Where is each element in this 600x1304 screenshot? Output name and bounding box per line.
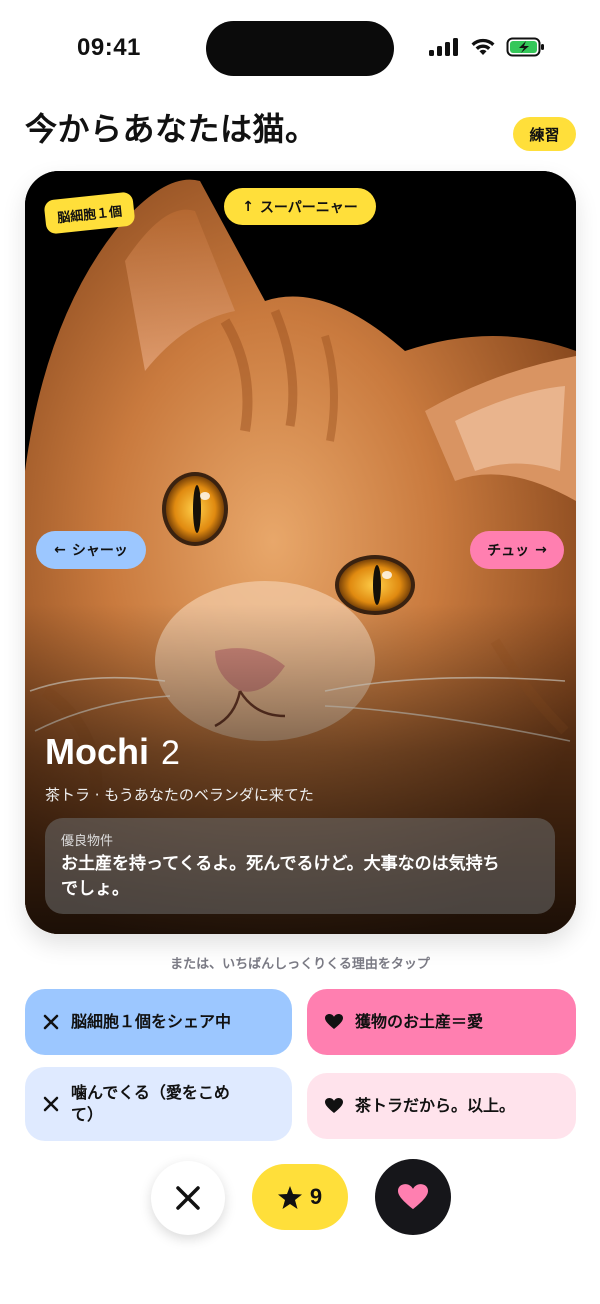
wifi-icon	[471, 38, 495, 55]
reason-label: 脳細胞１個をシェア中	[71, 1012, 232, 1031]
nope-button[interactable]	[151, 1161, 225, 1235]
super-meow-label: スーパーニャー	[259, 199, 358, 216]
super-like-button[interactable]: 9	[252, 1164, 348, 1230]
status-time: 09:41	[77, 34, 141, 61]
super-meow-chip[interactable]: ↑ スーパーニャー	[224, 188, 376, 225]
cellular-signal-icon	[429, 38, 458, 56]
x-icon	[43, 1096, 59, 1112]
close-icon	[176, 1186, 200, 1210]
status-icons	[428, 36, 546, 58]
reason-button-orange-tabby[interactable]: 茶トラだから。以上。	[307, 1073, 576, 1139]
property-text: お土産を持ってくるよ。死んでるけど。大事なのは気持ちでしょ。	[61, 854, 500, 899]
reason-button-shared-brain-cell[interactable]: 脳細胞１個をシェア中	[25, 989, 292, 1055]
reason-hint: または、いちばんしっくりくる理由をタップ	[170, 957, 430, 972]
reason-button-bites-with-love[interactable]: 噛んでくる（愛をこめて）	[25, 1067, 292, 1141]
profile-card[interactable]: 脳細胞１個 ↑ スーパーニャー ← シャーッ チュッ → Mochi 2 茶トラ…	[25, 171, 576, 934]
like-button[interactable]	[375, 1159, 451, 1235]
hiss-chip[interactable]: ← シャーッ	[36, 531, 146, 569]
super-like-count: 9	[309, 1184, 323, 1209]
kiss-label: チュッ	[487, 543, 530, 559]
reason-label: 獲物のお土産＝愛	[355, 1012, 484, 1031]
property-box: 優良物件 お土産を持ってくるよ。死んでるけど。大事なのは気持ちでしょ。	[45, 818, 555, 914]
practice-button[interactable]: 練習	[513, 117, 576, 151]
cat-name: Mochi	[45, 731, 149, 772]
battery-charging-icon	[506, 37, 544, 57]
heart-icon	[398, 1183, 428, 1209]
arrow-up-icon: ↑	[242, 198, 254, 215]
arrow-right-icon: →	[535, 542, 547, 558]
cat-description: 茶トラ · もうあなたのベランダに来てた	[45, 786, 314, 804]
hiss-label: シャーッ	[71, 543, 128, 559]
dynamic-island	[206, 21, 394, 76]
reason-label: 茶トラだから。以上。	[355, 1096, 516, 1115]
arrow-left-icon: ←	[54, 542, 66, 558]
heart-icon	[325, 1014, 343, 1029]
reason-button-prey-gift[interactable]: 獲物のお土産＝愛	[307, 989, 576, 1055]
page-title: 今からあなたは猫。	[25, 110, 318, 148]
property-label: 優良物件	[61, 834, 114, 849]
x-icon	[43, 1014, 59, 1030]
cat-age: 2	[161, 734, 180, 772]
cat-name-row: Mochi 2	[45, 731, 180, 773]
kiss-chip[interactable]: チュッ →	[470, 531, 564, 569]
heart-icon	[325, 1098, 343, 1113]
star-icon	[277, 1185, 302, 1209]
reason-label: 噛んでくる（愛をこめて）	[71, 1083, 230, 1124]
